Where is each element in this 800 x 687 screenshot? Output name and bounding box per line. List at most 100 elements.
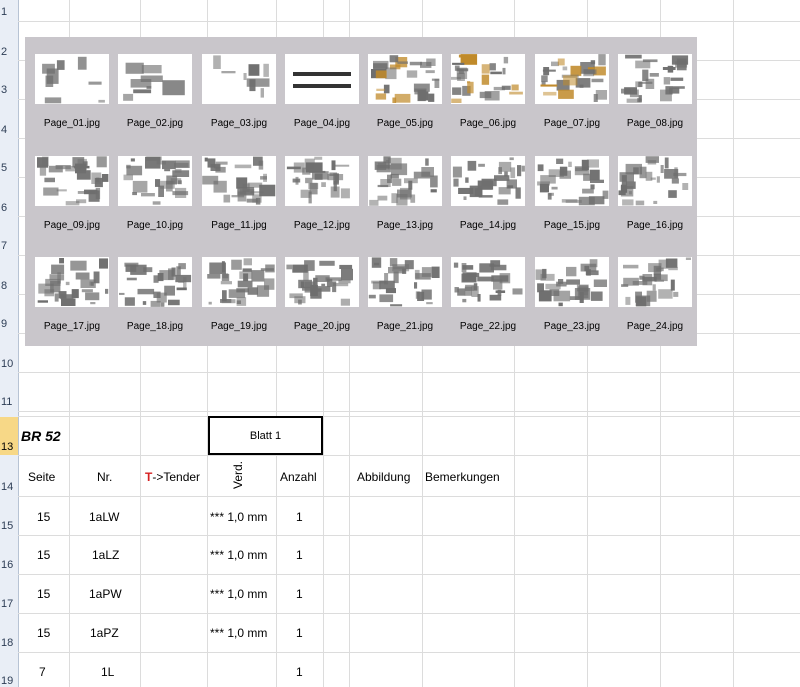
header-nr[interactable]: Nr. bbox=[97, 470, 112, 484]
thumbnail-label[interactable]: Page_14.jpg bbox=[446, 220, 530, 231]
thumbnail-image[interactable] bbox=[202, 54, 276, 104]
thumbnail-image[interactable] bbox=[618, 54, 692, 104]
thumbnail-label[interactable]: Page_06.jpg bbox=[446, 118, 530, 129]
thumbnail-part bbox=[387, 174, 392, 184]
thumbnail-image[interactable] bbox=[368, 54, 442, 104]
sheet-title[interactable]: BR 52 bbox=[21, 428, 61, 444]
row-number[interactable]: 15 bbox=[0, 520, 18, 532]
row-number[interactable]: 11 bbox=[0, 396, 18, 408]
thumbnail-image[interactable] bbox=[118, 257, 192, 307]
row-number[interactable]: 9 bbox=[0, 318, 18, 330]
row-number[interactable]: 16 bbox=[0, 559, 18, 571]
cell-nr[interactable]: 1L bbox=[101, 665, 114, 679]
thumbnail-label[interactable]: Page_07.jpg bbox=[530, 118, 614, 129]
thumbnail-label[interactable]: Page_13.jpg bbox=[363, 220, 447, 231]
thumbnail-image[interactable] bbox=[368, 257, 442, 307]
row-number[interactable]: 17 bbox=[0, 598, 18, 610]
thumbnail-label[interactable]: Page_10.jpg bbox=[113, 220, 197, 231]
row-number[interactable]: 8 bbox=[0, 280, 18, 292]
row-number[interactable]: 7 bbox=[0, 240, 18, 252]
thumbnail-label[interactable]: Page_18.jpg bbox=[113, 321, 197, 332]
thumbnail-image[interactable] bbox=[451, 156, 525, 206]
header-tender[interactable]: T->Tender bbox=[145, 470, 200, 484]
cell-anzahl[interactable]: 1 bbox=[296, 665, 303, 679]
thumbnail-label[interactable]: Page_17.jpg bbox=[30, 321, 114, 332]
row-number[interactable]: 3 bbox=[0, 84, 18, 96]
cell-verd[interactable]: *** 1,0 mm bbox=[210, 510, 267, 524]
thumbnail-image[interactable] bbox=[285, 156, 359, 206]
row-number[interactable]: 19 bbox=[0, 675, 18, 687]
thumbnail-part bbox=[391, 193, 398, 204]
thumbnail-label[interactable]: Page_08.jpg bbox=[613, 118, 697, 129]
cell-nr[interactable]: 1aPZ bbox=[90, 626, 119, 640]
thumbnail-label[interactable]: Page_01.jpg bbox=[30, 118, 114, 129]
thumbnail-label[interactable]: Page_03.jpg bbox=[197, 118, 281, 129]
row-number[interactable]: 10 bbox=[0, 358, 18, 370]
cell-seite[interactable]: 15 bbox=[37, 587, 50, 601]
header-anzahl[interactable]: Anzahl bbox=[280, 470, 317, 484]
thumbnail-image[interactable] bbox=[535, 257, 609, 307]
thumbnail-label[interactable]: Page_22.jpg bbox=[446, 321, 530, 332]
thumbnail-label[interactable]: Page_09.jpg bbox=[30, 220, 114, 231]
cell-nr[interactable]: 1aLW bbox=[89, 510, 119, 524]
thumbnail-label[interactable]: Page_16.jpg bbox=[613, 220, 697, 231]
header-abbildung[interactable]: Abbildung bbox=[357, 470, 410, 484]
header-verd[interactable]: Verd. bbox=[231, 461, 245, 489]
row-number[interactable]: 2 bbox=[0, 46, 18, 58]
cell-anzahl[interactable]: 1 bbox=[296, 626, 303, 640]
row-number[interactable]: 14 bbox=[0, 481, 18, 493]
cell-nr[interactable]: 1aPW bbox=[89, 587, 122, 601]
thumbnail-label[interactable]: Page_23.jpg bbox=[530, 321, 614, 332]
thumbnail-part bbox=[243, 73, 247, 80]
thumbnail-label[interactable]: Page_15.jpg bbox=[530, 220, 614, 231]
cell-seite[interactable]: 15 bbox=[37, 510, 50, 524]
thumbnail-label[interactable]: Page_04.jpg bbox=[280, 118, 364, 129]
thumbnail-image[interactable] bbox=[618, 257, 692, 307]
row-number[interactable]: 1 bbox=[0, 6, 18, 18]
thumbnail-label[interactable]: Page_20.jpg bbox=[280, 321, 364, 332]
row-number-active[interactable]: 13 bbox=[0, 417, 18, 455]
header-seite[interactable]: Seite bbox=[28, 470, 55, 484]
thumbnail-image[interactable] bbox=[202, 257, 276, 307]
thumbnail-image[interactable] bbox=[285, 54, 359, 104]
thumbnail-label[interactable]: Page_21.jpg bbox=[363, 321, 447, 332]
thumbnail-part bbox=[649, 73, 659, 77]
row-number[interactable]: 4 bbox=[0, 124, 18, 136]
cell-anzahl[interactable]: 1 bbox=[296, 510, 303, 524]
cell-anzahl[interactable]: 1 bbox=[296, 587, 303, 601]
cell-verd[interactable]: *** 1,0 mm bbox=[210, 548, 267, 562]
thumbnail-image[interactable] bbox=[118, 54, 192, 104]
cell-verd[interactable]: *** 1,0 mm bbox=[210, 626, 267, 640]
cell-seite[interactable]: 15 bbox=[37, 548, 50, 562]
cell-seite[interactable]: 7 bbox=[39, 665, 46, 679]
thumbnail-image[interactable] bbox=[35, 156, 109, 206]
thumbnail-image[interactable] bbox=[35, 257, 109, 307]
thumbnail-part bbox=[665, 86, 673, 95]
thumbnail-image[interactable] bbox=[118, 156, 192, 206]
thumbnail-label[interactable]: Page_24.jpg bbox=[613, 321, 697, 332]
thumbnail-image[interactable] bbox=[202, 156, 276, 206]
row-number[interactable]: 6 bbox=[0, 202, 18, 214]
header-bemerkungen[interactable]: Bemerkungen bbox=[425, 470, 500, 484]
thumbnail-image[interactable] bbox=[285, 257, 359, 307]
thumbnail-image[interactable] bbox=[535, 54, 609, 104]
thumbnail-image[interactable] bbox=[451, 54, 525, 104]
thumbnail-label[interactable]: Page_05.jpg bbox=[363, 118, 447, 129]
thumbnail-image[interactable] bbox=[535, 156, 609, 206]
cell-anzahl[interactable]: 1 bbox=[296, 548, 303, 562]
thumbnail-label[interactable]: Page_19.jpg bbox=[197, 321, 281, 332]
blatt-cell[interactable]: Blatt 1 bbox=[208, 416, 323, 455]
thumbnail-image[interactable] bbox=[451, 257, 525, 307]
thumbnail-image[interactable] bbox=[35, 54, 109, 104]
thumbnail-part bbox=[656, 267, 664, 272]
thumbnail-image[interactable] bbox=[368, 156, 442, 206]
thumbnail-label[interactable]: Page_11.jpg bbox=[197, 220, 281, 231]
cell-seite[interactable]: 15 bbox=[37, 626, 50, 640]
thumbnail-label[interactable]: Page_12.jpg bbox=[280, 220, 364, 231]
cell-nr[interactable]: 1aLZ bbox=[92, 548, 119, 562]
cell-verd[interactable]: *** 1,0 mm bbox=[210, 587, 267, 601]
thumbnail-label[interactable]: Page_02.jpg bbox=[113, 118, 197, 129]
row-number[interactable]: 18 bbox=[0, 637, 18, 649]
thumbnail-image[interactable] bbox=[618, 156, 692, 206]
row-number[interactable]: 5 bbox=[0, 162, 18, 174]
